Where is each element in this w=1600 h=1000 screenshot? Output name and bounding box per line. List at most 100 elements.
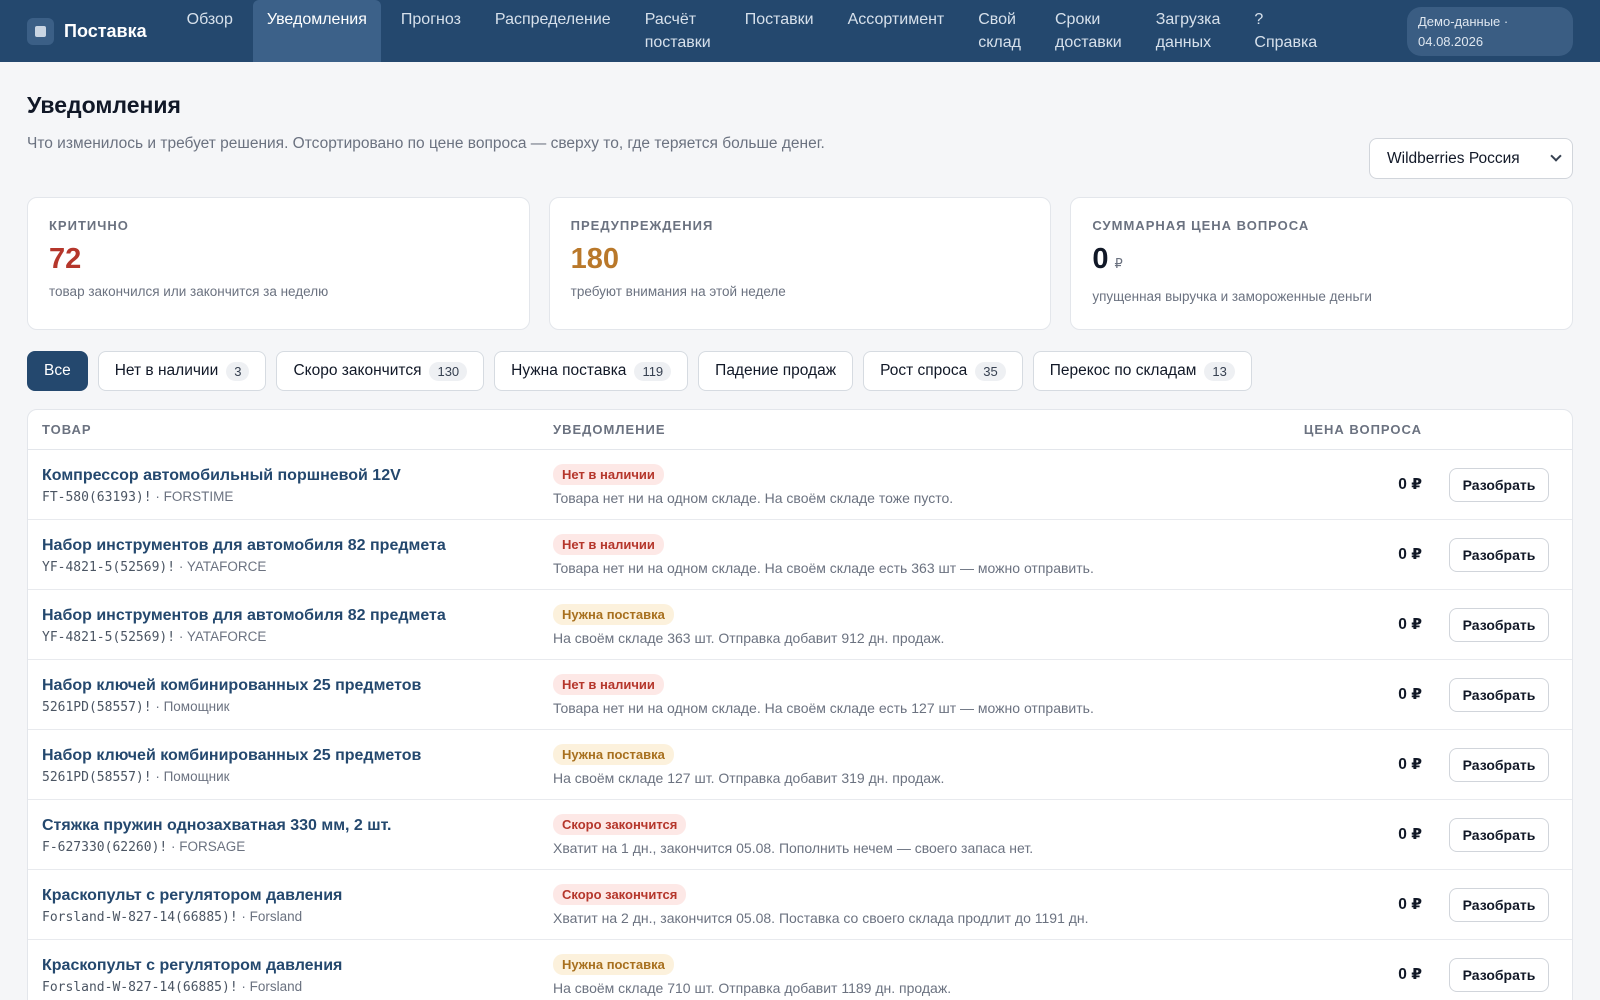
action-cell: Разобрать: [1422, 537, 1572, 572]
price-cell: 0 ₽: [1272, 755, 1422, 774]
filter-chip[interactable]: Скоро закончится 130: [276, 351, 485, 391]
filter-chip[interactable]: Перекос по складам 13: [1032, 351, 1252, 391]
notification-text: На своём складе 710 шт. Отправка добавит…: [553, 979, 952, 996]
item-name-link[interactable]: Набор инструментов для автомобиля 82 пре…: [42, 605, 553, 627]
nav-item-label: Свой: [978, 11, 1016, 28]
resolve-button[interactable]: Разобрать: [1449, 887, 1549, 922]
card-value: 0 ₽: [1092, 241, 1551, 282]
price-cell: 0 ₽: [1272, 615, 1422, 634]
notification-text: Товара нет ни на одном складе. На своём …: [553, 559, 1094, 576]
nav-item[interactable]: Прогноз: [387, 0, 475, 62]
resolve-button[interactable]: Разобрать: [1449, 677, 1549, 712]
notification-cell: Нет в наличии Товара нет ни на одном скла…: [553, 533, 1272, 576]
price-cell: 0 ₽: [1272, 685, 1422, 704]
page-title: Уведомления: [27, 92, 181, 118]
card-value-number: 180: [570, 243, 620, 275]
nav-item-label: Уведомления: [266, 11, 367, 28]
nav-item-label: Загрузка: [1155, 11, 1221, 28]
price-value: 0 ₽: [1398, 756, 1422, 773]
item-name-link[interactable]: Краскопульт с регулятором давления: [42, 955, 553, 977]
summary-card: Предупреждения 180 требуют внимания на это…: [548, 197, 1052, 330]
header-notification: УВЕДОМЛЕНИЕ: [553, 422, 666, 437]
resolve-button[interactable]: Разобрать: [1449, 467, 1549, 502]
filter-chip[interactable]: Нужна поставка 119: [494, 351, 689, 391]
filter-chip[interactable]: Все: [27, 351, 88, 391]
item-sku: YF-4821-5(52569)!: [42, 629, 176, 645]
nav-item[interactable]: Распределение: [481, 0, 625, 62]
price-cell: 0 ₽: [1272, 895, 1422, 914]
item-name-link[interactable]: Набор ключей комбинированных 25 предмето…: [42, 745, 553, 767]
nav-item[interactable]: Уведомления: [252, 0, 381, 62]
status-badge: Скоро закончится: [553, 883, 687, 905]
page-subtitle: Что изменилось и требует решения. Отсорт…: [27, 135, 825, 152]
item-name-link[interactable]: Набор ключей комбинированных 25 предмето…: [42, 675, 553, 697]
demo-badge-date: 04.08.2026: [1418, 34, 1484, 49]
resolve-button[interactable]: Разобрать: [1449, 957, 1549, 992]
nav-item[interactable]: Поставки: [731, 0, 828, 62]
logo-icon: [27, 17, 54, 45]
item-brand: FORSAGE: [179, 838, 246, 854]
nav-item[interactable]: Ассортимент: [834, 0, 959, 62]
nav-item[interactable]: Загрузка данных: [1142, 0, 1235, 62]
filter-chip[interactable]: Нет в наличии 3: [97, 351, 267, 391]
brand-name: Поставка: [64, 20, 147, 41]
header-item: ТОВАР: [42, 422, 92, 437]
table-row: Набор ключей комбинированных 25 предмето…: [28, 660, 1572, 730]
item-name-link[interactable]: Краскопульт с регулятором давления: [42, 885, 553, 907]
card-description: товар закончился или закончится за недел…: [49, 284, 329, 299]
page-header: Уведомления Что изменилось и требует реш…: [27, 62, 1573, 197]
action-cell: Разобрать: [1422, 817, 1572, 852]
item-brand: YATAFORCE: [186, 628, 267, 644]
notification-text: На своём складе 363 шт. Отправка добавит…: [553, 629, 945, 646]
notification-cell: Скоро закончится Хватит на 1 дн., закончи…: [553, 813, 1272, 856]
resolve-button[interactable]: Разобрать: [1449, 537, 1549, 572]
item-name-link[interactable]: Стяжка пружин однозахватная 330 мм, 2 шт…: [42, 815, 553, 837]
notifications-table: ТОВАР УВЕДОМЛЕНИЕ ЦЕНА ВОПРОСА Компрессо…: [27, 409, 1573, 1000]
price-value: 0 ₽: [1398, 476, 1422, 493]
action-cell: Разобрать: [1422, 887, 1572, 922]
item-name-link[interactable]: Компрессор автомобильный поршневой 12V: [42, 465, 553, 487]
item-cell: Краскопульт с регулятором давления Forsla…: [28, 955, 553, 995]
nav-item[interactable]: Обзор: [173, 0, 247, 62]
item-brand: YATAFORCE: [186, 558, 267, 574]
meta-separator: ·: [175, 628, 187, 644]
price-value: 0 ₽: [1398, 896, 1422, 913]
meta-separator: ·: [151, 488, 164, 504]
notification-text: На своём складе 127 шт. Отправка добавит…: [553, 769, 945, 786]
price-cell: 0 ₽: [1272, 475, 1422, 494]
card-label: Критично: [49, 218, 129, 233]
card-value-number: 0: [1092, 243, 1109, 275]
notification-cell: Нет в наличии Товара нет ни на одном скла…: [553, 463, 1272, 506]
marketplace-select-value: Wildberries Россия: [1387, 149, 1520, 167]
marketplace-select[interactable]: Wildberries Россия: [1369, 138, 1573, 179]
nav-item-label: ?: [1254, 11, 1264, 28]
nav-item[interactable]: Сроки доставки: [1041, 0, 1136, 62]
resolve-button[interactable]: Разобрать: [1449, 817, 1549, 852]
notification-cell: Нет в наличии Товара нет ни на одном скла…: [553, 673, 1272, 716]
nav-item[interactable]: ? Справка: [1240, 0, 1331, 62]
filter-chip-label: Перекос по складам: [1049, 362, 1197, 379]
table-body: Компрессор автомобильный поршневой 12V FT…: [28, 450, 1572, 1000]
nav-item-label: Распределение: [494, 11, 611, 28]
nav-item[interactable]: Свой склад: [964, 0, 1035, 62]
item-cell: Набор ключей комбинированных 25 предмето…: [28, 745, 553, 785]
item-sku: FT-580(63193)!: [42, 489, 152, 505]
nav-item[interactable]: Расчёт поставки: [631, 0, 725, 62]
nav-item-label: Поставки: [744, 11, 814, 28]
nav-item-label: поставки: [644, 34, 711, 51]
nav-item-label: доставки: [1055, 34, 1122, 51]
demo-data-badge: Демо-данные · 04.08.2026: [1407, 7, 1573, 56]
filter-chip-label: Скоро закончится: [293, 362, 422, 379]
filter-chip[interactable]: Падение продаж: [698, 351, 854, 391]
resolve-button[interactable]: Разобрать: [1449, 747, 1549, 782]
filter-chip[interactable]: Рост спроса 35: [863, 351, 1023, 391]
item-sku: YF-4821-5(52569)!: [42, 559, 176, 575]
table-row: Стяжка пружин однозахватная 330 мм, 2 шт…: [28, 800, 1572, 870]
summary-card: Суммарная цена вопроса 0 ₽ упущенная выручк…: [1070, 197, 1574, 330]
item-name-link[interactable]: Набор инструментов для автомобиля 82 пре…: [42, 535, 553, 557]
item-sku: 5261PD(58557)!: [42, 769, 152, 785]
table-row: Краскопульт с регулятором давления Forsla…: [28, 870, 1572, 940]
resolve-button[interactable]: Разобрать: [1449, 607, 1549, 642]
brand[interactable]: Поставка: [27, 0, 147, 62]
nav-item-label: склад: [978, 34, 1021, 51]
